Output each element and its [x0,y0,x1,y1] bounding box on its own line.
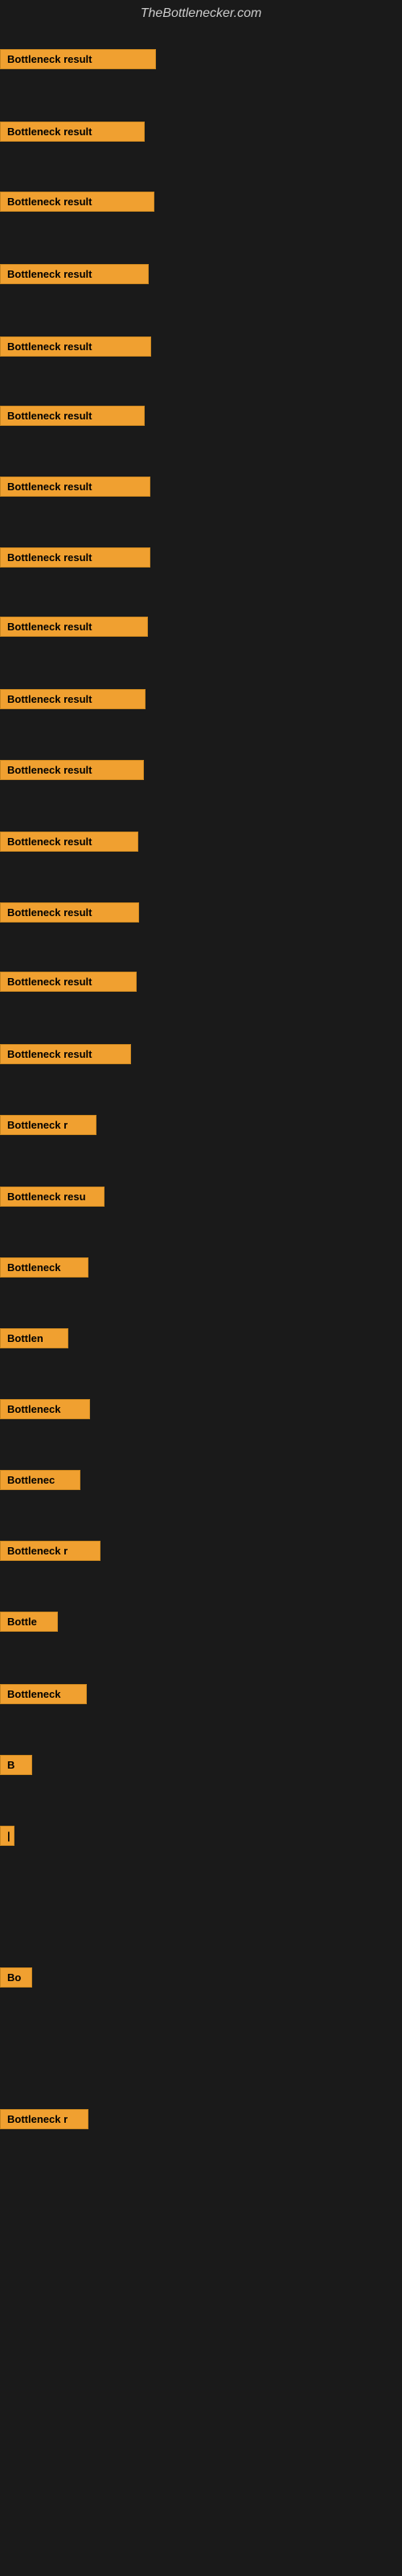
bottleneck-badge: Bottleneck result [0,689,146,709]
bottleneck-item: Bottleneck resu [0,1187,105,1211]
bottleneck-badge: Bottleneck result [0,547,150,568]
bottleneck-item: Bottleneck result [0,192,154,216]
bottleneck-item: Bottleneck result [0,689,146,713]
bottleneck-item: B [0,1755,32,1779]
bottleneck-item: Bottleneck result [0,477,150,501]
bottleneck-badge: Bottleneck result [0,49,156,69]
bottleneck-item: Bottleneck result [0,760,144,784]
bottleneck-item: | [0,1826,14,1850]
bottleneck-badge: B [0,1755,32,1775]
bottleneck-badge: Bottleneck result [0,832,138,852]
bottleneck-badge: Bottleneck r [0,2109,88,2129]
bottleneck-item: Bottleneck r [0,1541,100,1565]
bottleneck-item: Bottleneck result [0,1044,131,1068]
bottleneck-badge: Bottleneck result [0,760,144,780]
bottleneck-badge: Bottleneck result [0,122,145,142]
bottleneck-item: Bottleneck result [0,406,145,430]
bottleneck-item: Bottleneck [0,1257,88,1282]
bottleneck-badge: Bottleneck result [0,336,151,357]
bottleneck-item: Bottleneck result [0,264,149,288]
bottleneck-badge: Bo [0,1967,32,1988]
bottleneck-item: Bottleneck result [0,547,150,572]
bottleneck-badge: Bottleneck [0,1684,87,1704]
bottleneck-item: Bottleneck [0,1684,87,1708]
bottleneck-item: Bottleneck result [0,336,151,361]
bottleneck-item: Bottleneck result [0,832,138,856]
bottleneck-item: Bottlenec [0,1470,80,1494]
bottleneck-badge: Bottleneck result [0,406,145,426]
bottleneck-badge: Bottleneck result [0,1044,131,1064]
bottleneck-badge: | [0,1826,14,1846]
bottleneck-badge: Bottleneck result [0,264,149,284]
bottleneck-badge: Bottleneck r [0,1115,96,1135]
bottleneck-item: Bo [0,1967,32,1992]
bottleneck-badge: Bottleneck result [0,617,148,637]
bottleneck-item: Bottleneck r [0,1115,96,1139]
bottleneck-badge: Bottle [0,1612,58,1632]
bottleneck-item: Bottleneck result [0,122,145,146]
bottleneck-item: Bottleneck r [0,2109,88,2133]
bottleneck-badge: Bottleneck result [0,192,154,212]
bottleneck-badge: Bottlen [0,1328,68,1348]
bottleneck-item: Bottle [0,1612,58,1636]
bottleneck-badge: Bottleneck [0,1399,90,1419]
bottleneck-badge: Bottleneck [0,1257,88,1278]
bottleneck-item: Bottleneck [0,1399,90,1423]
bottleneck-item: Bottleneck result [0,972,137,996]
bottleneck-badge: Bottleneck result [0,902,139,923]
bottleneck-badge: Bottlenec [0,1470,80,1490]
bottleneck-badge: Bottleneck resu [0,1187,105,1207]
bottleneck-badge: Bottleneck result [0,477,150,497]
bottleneck-item: Bottleneck result [0,617,148,641]
bottleneck-item: Bottleneck result [0,902,139,927]
bottleneck-item: Bottlen [0,1328,68,1352]
bottleneck-badge: Bottleneck r [0,1541,100,1561]
bottleneck-item: Bottleneck result [0,49,156,73]
site-title: TheBottlenecker.com [0,0,402,27]
bottleneck-badge: Bottleneck result [0,972,137,992]
